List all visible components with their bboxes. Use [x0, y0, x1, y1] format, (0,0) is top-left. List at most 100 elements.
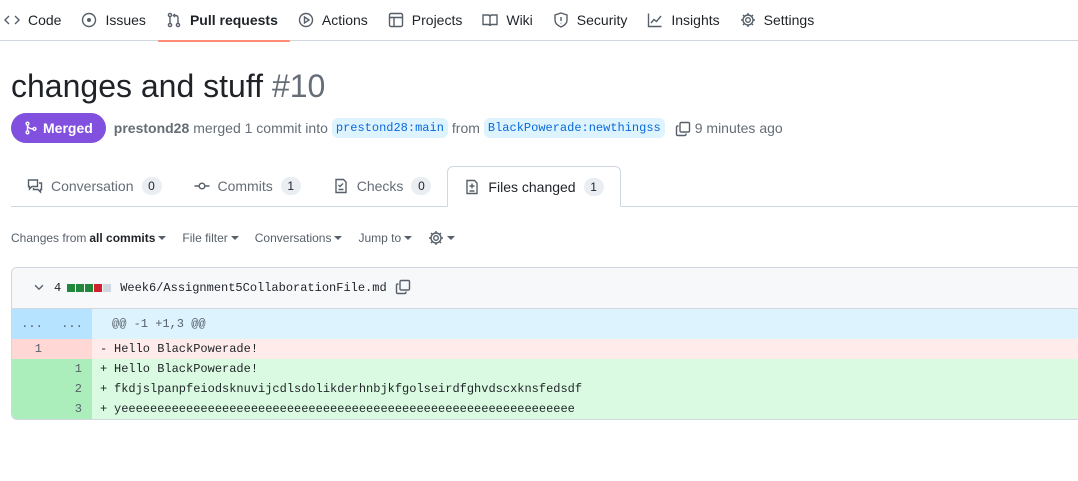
hunk-header: @@ -1 +1,3 @@ — [112, 317, 206, 331]
shield-icon — [554, 12, 568, 28]
old-line-number[interactable] — [12, 379, 52, 399]
new-line-number[interactable]: 1 — [52, 359, 92, 379]
diff-marker: + — [100, 362, 108, 376]
pr-number: #10 — [271, 68, 326, 104]
nav-item-issues[interactable]: Issues — [73, 0, 157, 41]
base-branch[interactable]: prestond28:main — [331, 118, 448, 138]
diff-line-deleted: 1 - Hello BlackPowerade! — [12, 339, 1078, 359]
diff-code: + Hello BlackPowerade! — [92, 359, 1078, 379]
diffstat-added-block — [67, 284, 76, 292]
nav-item-label: Issues — [105, 12, 146, 28]
play-icon — [298, 12, 314, 28]
tab-label: Commits — [217, 178, 273, 194]
jump-to-label: Jump to — [358, 231, 402, 245]
new-line-number[interactable] — [52, 339, 92, 359]
copy-branch-button[interactable] — [669, 119, 695, 136]
caret-down-icon — [447, 236, 456, 240]
caret-down-icon — [404, 236, 413, 240]
file-diff: 4 Week6/Assignment5CollaborationFile.md … — [11, 267, 1078, 420]
comment-discussion-icon — [27, 179, 43, 194]
gear-icon — [740, 13, 755, 27]
tab-label: Checks — [356, 178, 404, 194]
file-diff-icon — [466, 179, 479, 194]
changes-from-value: all commits — [89, 231, 156, 245]
diff-marker: + — [100, 382, 108, 396]
graph-icon — [648, 13, 662, 28]
diffstat-deleted-block — [94, 284, 103, 292]
old-line-number[interactable] — [12, 399, 52, 419]
new-line-number[interactable]: 2 — [52, 379, 92, 399]
file-filter-dropdown[interactable]: File filter — [182, 231, 239, 245]
nav-item-label: Wiki — [506, 12, 533, 28]
nav-item-label: Settings — [763, 12, 815, 28]
diffstat-added-block — [85, 284, 94, 292]
tab-label: Files changed — [488, 178, 576, 195]
copy-path-button[interactable] — [387, 279, 411, 298]
file-changes-count: 4 — [54, 281, 62, 295]
changes-from-dropdown[interactable]: Changes from all commits — [11, 231, 167, 245]
issue-opened-icon — [82, 12, 97, 28]
expand-up-button[interactable]: ... — [12, 309, 52, 339]
diff-line-text: Hello BlackPowerade! — [114, 342, 259, 356]
diff-line-text: fkdjslpanpfeiodsknuvijcdlsdolikderhnbjkf… — [114, 382, 583, 396]
nav-item-pull-requests[interactable]: Pull requests — [157, 0, 290, 42]
pr-title-text: changes and stuff — [11, 68, 264, 104]
diff-line-text: Hello BlackPowerade! — [114, 362, 259, 376]
tab-label: Conversation — [51, 178, 134, 194]
nav-item-label: Code — [28, 12, 62, 28]
diffstat-added-block — [76, 284, 85, 292]
tab-conversation[interactable]: Conversation 0 — [11, 166, 178, 206]
nav-item-label: Projects — [411, 12, 463, 28]
nav-item-insights[interactable]: Insights — [639, 0, 731, 41]
diff-line-added: 2 + fkdjslpanpfeiodsknuvijcdlsdolikderhnbj… — [12, 379, 1078, 399]
file-filter-label: File filter — [182, 231, 228, 245]
head-branch[interactable]: BlackPowerade:newthingss — [483, 118, 665, 138]
git-merge-icon — [25, 121, 37, 135]
nav-item-settings[interactable]: Settings — [732, 0, 827, 41]
jump-to-dropdown[interactable]: Jump to — [358, 231, 413, 245]
copy-icon — [395, 279, 410, 294]
diff-marker: - — [100, 342, 108, 356]
hunk-row: ... ... @@ -1 +1,3 @@ — [12, 309, 1078, 339]
tab-counter: 1 — [583, 177, 604, 196]
diff-marker: + — [100, 402, 108, 416]
collapse-file-button[interactable] — [32, 280, 54, 297]
conversations-dropdown[interactable]: Conversations — [255, 231, 343, 245]
nav-item-projects[interactable]: Projects — [380, 0, 475, 41]
table-icon — [388, 12, 403, 28]
nav-item-actions[interactable]: Actions — [290, 0, 380, 41]
old-line-number[interactable]: 1 — [12, 339, 52, 359]
expand-down-button[interactable]: ... — [52, 309, 92, 339]
tab-counter: 0 — [411, 177, 432, 195]
tab-counter: 0 — [141, 177, 162, 195]
diffstat — [67, 284, 112, 292]
status-label: Merged — [43, 120, 93, 136]
old-line-number[interactable] — [12, 359, 52, 379]
copy-icon — [675, 121, 690, 136]
diff-settings-button[interactable] — [428, 230, 456, 246]
tab-counter: 1 — [280, 177, 301, 195]
pr-tabs: Conversation 0 Commits 1 Checks 0 Files … — [11, 166, 1078, 207]
pr-meta: Merged prestond28 merged 1 commit into p… — [11, 113, 783, 143]
tab-checks[interactable]: Checks 0 — [317, 166, 448, 206]
diff-line-text: yeeeeeeeeeeeeeeeeeeeeeeeeeeeeeeeeeeeeeee… — [114, 402, 575, 416]
merge-action-text: merged 1 commit into — [193, 120, 328, 136]
new-line-number[interactable]: 3 — [52, 399, 92, 419]
caret-down-icon — [158, 236, 167, 240]
time-ago: 9 minutes ago — [694, 120, 783, 136]
diff-code: + yeeeeeeeeeeeeeeeeeeeeeeeeeeeeeeeeeeeeee… — [92, 399, 1078, 419]
tab-files-changed[interactable]: Files changed 1 — [447, 166, 621, 207]
chevron-down-icon — [34, 284, 44, 290]
nav-item-label: Pull requests — [189, 12, 278, 28]
author-link[interactable]: prestond28 — [114, 120, 189, 136]
nav-item-code[interactable]: Code — [0, 0, 73, 41]
git-pull-request-icon — [167, 12, 181, 28]
file-path[interactable]: Week6/Assignment5CollaborationFile.md — [120, 281, 386, 295]
checklist-icon — [335, 178, 347, 194]
diff-code: - Hello BlackPowerade! — [92, 339, 1078, 359]
git-commit-icon — [194, 182, 209, 190]
diffstat-neutral-block — [103, 284, 112, 292]
nav-item-wiki[interactable]: Wiki — [474, 0, 544, 41]
tab-commits[interactable]: Commits 1 — [178, 166, 317, 206]
nav-item-security[interactable]: Security — [545, 0, 640, 41]
